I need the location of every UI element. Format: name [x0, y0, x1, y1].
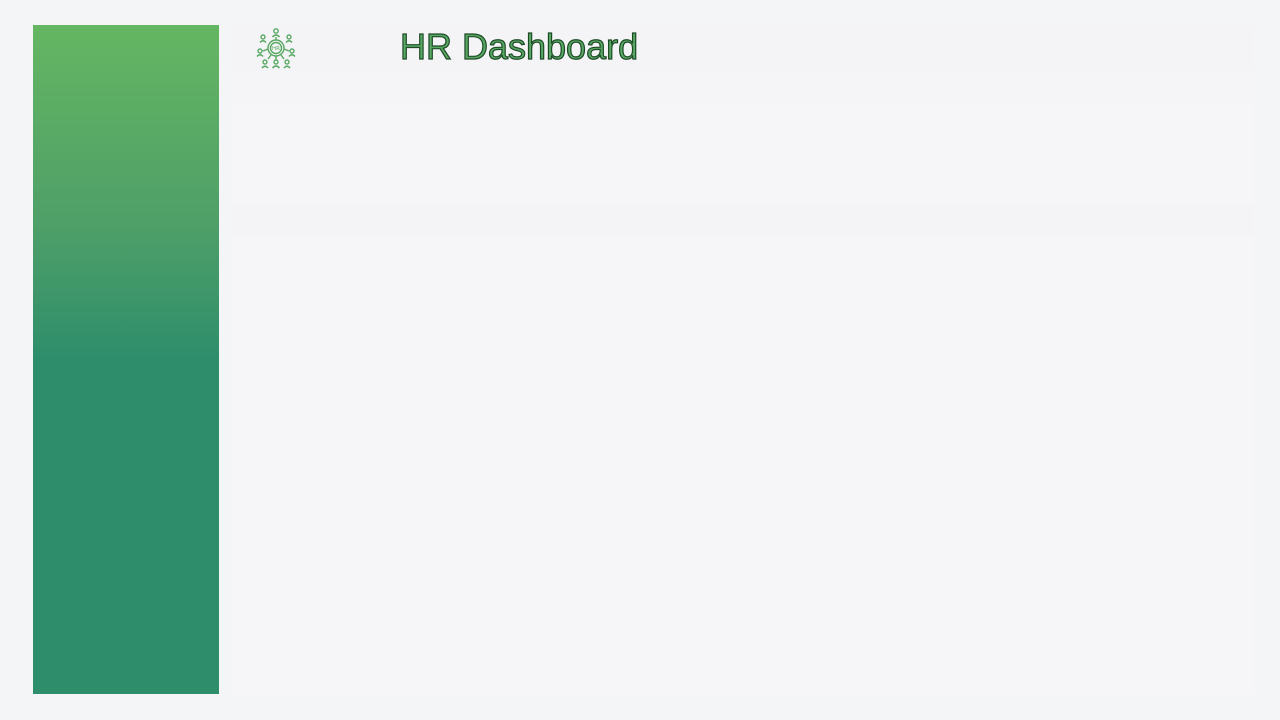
- hr-people-network-icon: HR: [254, 27, 298, 69]
- content-panel: [232, 237, 1254, 694]
- sidebar: [33, 25, 219, 694]
- header-bar: HR HR Dashboard: [232, 25, 1254, 71]
- section-divider: [232, 205, 1254, 237]
- summary-panel: [232, 103, 1254, 205]
- main-content: HR HR Dashboard: [232, 25, 1254, 694]
- page-title: HR Dashboard: [399, 25, 639, 67]
- logo-text: HR: [272, 46, 280, 52]
- header-spacer: [232, 71, 1254, 103]
